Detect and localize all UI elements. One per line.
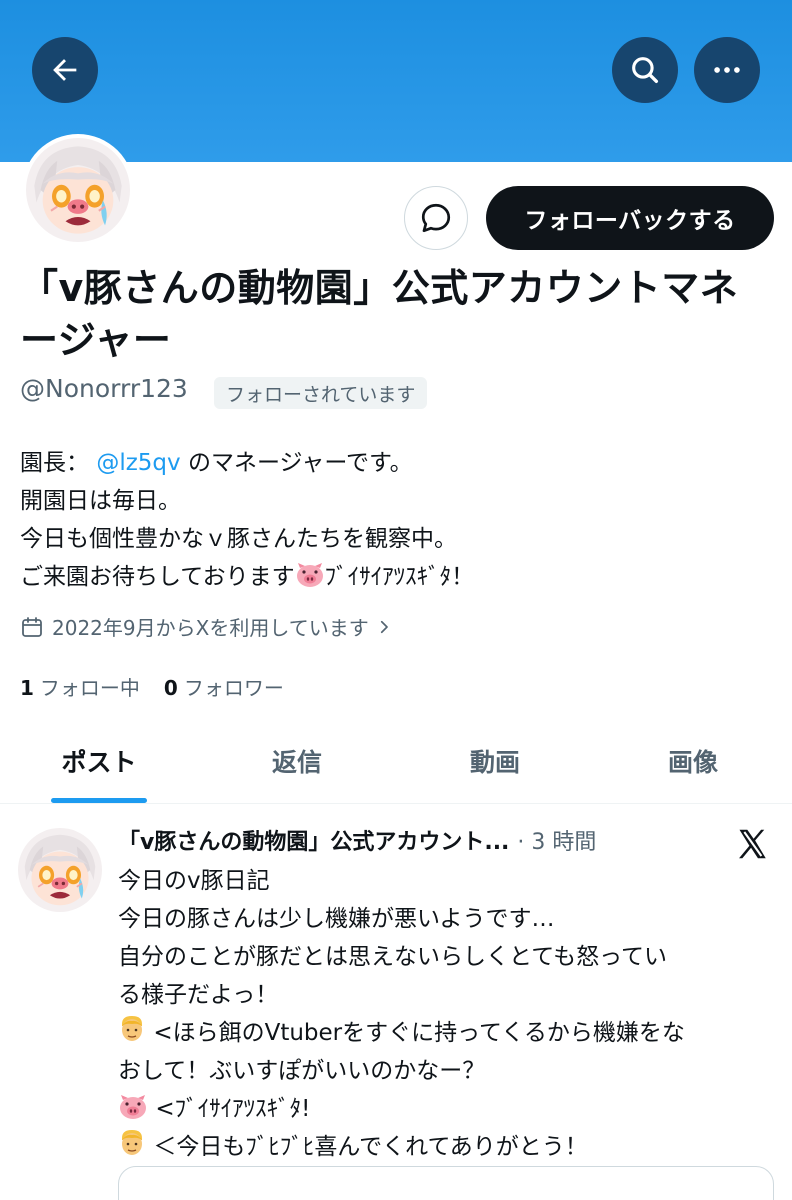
post-line: 自分のことが豚だとは思えないらしくとても怒ってい — [118, 944, 668, 970]
arrow-left-icon — [53, 59, 77, 81]
joined-date-link[interactable]: 2022年9月からXを利用しています — [20, 612, 401, 641]
follows-you-badge: フォローされています — [214, 377, 428, 409]
bio-line-3: 今日も個性豊かなｖ豚さんたちを観察中。 — [20, 526, 457, 552]
followers-link[interactable]: 0 フォロワー — [164, 672, 284, 701]
man-face-icon — [118, 1128, 146, 1158]
calendar-icon — [22, 616, 42, 637]
more-options-button[interactable] — [694, 37, 760, 103]
tab-posts[interactable]: ポスト — [0, 718, 198, 803]
message-bubble-icon — [421, 203, 451, 233]
bio-text: 園長： — [20, 450, 89, 476]
bio-mention-link[interactable]: @lz5qv — [96, 450, 180, 476]
follow-back-button[interactable]: フォローバックする — [486, 186, 774, 250]
bio-line-1: 園長： @lz5qv のマネージャーです。 — [20, 444, 780, 482]
search-icon — [632, 57, 659, 84]
man-face-icon — [118, 1014, 146, 1044]
profile-avatar[interactable] — [22, 134, 134, 246]
chevron-right-icon — [380, 620, 388, 633]
profile-handle: @Nonorrr123 — [20, 374, 188, 403]
joined-date-text: 2022年9月からXを利用しています — [52, 616, 369, 640]
post-line: おして！ぶいすぽがいいのかなー？ — [118, 1058, 486, 1084]
following-link[interactable]: 1 フォロー中 — [20, 672, 140, 701]
bio-text: ご来園お待ちしております — [20, 564, 295, 590]
bio-line-2: 開園日は毎日。 — [20, 488, 181, 514]
profile-tabs: ポスト 返信 動画 画像 — [0, 718, 792, 804]
post-timestamp[interactable]: · 3 時間 — [517, 824, 596, 856]
followers-count: 0 — [163, 676, 178, 700]
search-button[interactable] — [612, 37, 678, 103]
tab-videos[interactable]: 動画 — [396, 718, 594, 803]
pig-face-icon — [295, 562, 325, 588]
post-line: 今日のv豚日記 — [118, 868, 270, 894]
post-line: ＜今日もﾌﾞﾋﾌﾞﾋ喜んでくれてありがとう！ — [118, 1128, 778, 1166]
bio-line-4: ご来園お待ちしております ﾌﾞｲｻｲｱﾂｽｷﾞﾀ！ — [20, 558, 780, 596]
profile-bio: 園長： @lz5qv のマネージャーです。 開園日は毎日。 今日も個性豊かなｖ豚… — [20, 444, 780, 596]
pig-face-icon — [118, 1094, 148, 1120]
post-line-text: <ほら餌のVtuberをすぐに持ってくるから機嫌をな — [153, 1020, 685, 1046]
tab-replies[interactable]: 返信 — [198, 718, 396, 803]
follow-stats: 1 フォロー中 0 フォロワー — [20, 672, 308, 701]
post-line: <ﾌﾞｲｻｲｱﾂｽｷﾞﾀ! — [118, 1090, 778, 1128]
post-author-avatar[interactable] — [18, 828, 102, 912]
post-line-text: <ﾌﾞｲｻｲｱﾂｽｷﾞﾀ! — [155, 1096, 311, 1122]
bio-text: のマネージャーです。 — [187, 450, 413, 476]
avatar-image — [18, 828, 102, 912]
message-button[interactable] — [404, 186, 468, 250]
bio-text: ﾌﾞｲｻｲｱﾂｽｷﾞﾀ！ — [324, 564, 475, 590]
following-count: 1 — [20, 676, 34, 700]
followers-label: フォロワー — [183, 676, 284, 700]
post-line: る様子だよっ！ — [118, 982, 279, 1008]
following-label: フォロー中 — [39, 676, 140, 700]
post-line: 今日の豚さんは少し機嫌が悪いようです… — [118, 906, 555, 932]
avatar-image — [26, 138, 130, 242]
more-dots-icon — [714, 67, 740, 73]
profile-display-name: 「v豚さんの動物園」公式アカウントマネージャー — [20, 266, 739, 362]
back-button[interactable] — [32, 37, 98, 103]
post-line: <ほら餌のVtuberをすぐに持ってくるから機嫌をな — [118, 1014, 778, 1052]
post-body: 今日のv豚日記 今日の豚さんは少し機嫌が悪いようです… 自分のことが豚だとは思え… — [118, 862, 778, 1166]
post-author-name[interactable]: 「v豚さんの動物園」公式アカウント... — [118, 824, 509, 856]
post-line-text: ＜今日もﾌﾞﾋﾌﾞﾋ喜んでくれてありがとう！ — [153, 1134, 588, 1160]
quoted-post-card[interactable] — [118, 1166, 774, 1200]
post-header: 「v豚さんの動物園」公式アカウント... · 3 時間 — [118, 824, 678, 856]
tab-images[interactable]: 画像 — [594, 718, 792, 803]
x-logo-icon — [739, 829, 766, 859]
